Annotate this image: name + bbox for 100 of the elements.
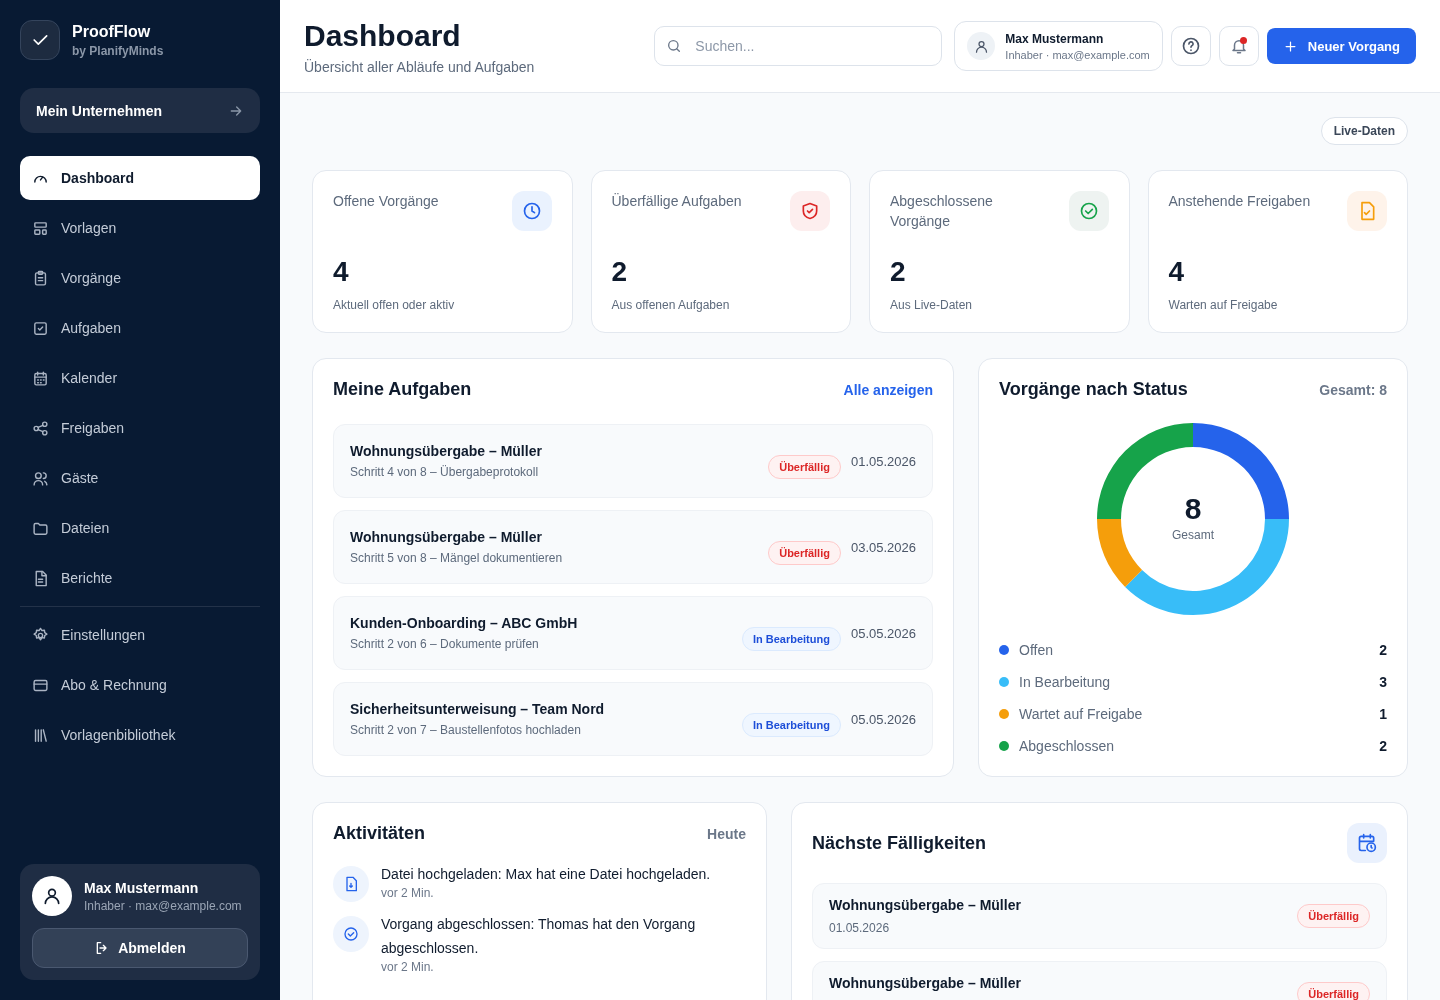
stat-note: Aus Live-Daten: [890, 298, 974, 312]
task-date: 01.05.2026: [850, 453, 916, 469]
legend-label: Abgeschlossen: [1019, 738, 1115, 754]
due-item[interactable]: Wohnungsübergabe – Müller 01.05.2026 Überfällig: [812, 883, 1387, 949]
section-title: Meine Aufgaben: [333, 379, 472, 400]
task-step: Schritt 5 von 8 – Mängel dokumentieren: [350, 551, 769, 565]
sidebar-item[interactable]: Abo & Rechnung: [20, 663, 260, 707]
stat-label: Überfällige Aufgaben: [611, 192, 742, 211]
activity-text: Datei hochgeladen: Max hat eine Datei hochgeladen.: [381, 865, 711, 884]
task-item[interactable]: Wohnungsübergabe – Müller Schritt 5 von 8 – Mängel dokumentieren Überfällig 03.05.2026: [333, 510, 933, 584]
sidebar-item[interactable]: Gäste: [20, 456, 260, 500]
users-icon: [32, 469, 49, 487]
task-title: Sicherheitsunterweisung – Team Nord: [350, 701, 606, 717]
show-all-link[interactable]: Alle anzeigen: [843, 381, 933, 398]
company-button[interactable]: Mein Unternehmen: [20, 88, 260, 133]
activity-time: vor 2 Min.: [381, 886, 435, 900]
section-title: Nächste Fälligkeiten: [812, 832, 987, 854]
status-badge: Überfällig: [768, 455, 841, 479]
activity-time: vor 2 Min.: [381, 960, 435, 974]
section-title: Vorgänge nach Status: [999, 379, 1188, 400]
task-date: 05.05.2026: [850, 711, 916, 727]
checkbox-icon: [32, 319, 49, 337]
legend-count: 3: [1379, 674, 1387, 690]
legend-label: Offen: [1019, 642, 1054, 658]
calendar-button[interactable]: [1347, 823, 1387, 863]
task-title: Wohnungsübergabe – Müller: [350, 529, 543, 545]
search-icon: [666, 38, 683, 54]
task-step: Schritt 4 von 8 – Übergabeprotokoll: [350, 465, 769, 479]
sidebar-item[interactable]: Vorgänge: [20, 256, 260, 300]
activity-text: Vorgang abgeschlossen: Thomas hat den Vorgang abgeschlossen.: [381, 915, 697, 958]
sidebar-item[interactable]: Einstellungen: [20, 613, 260, 657]
legend-label: Wartet auf Freigabe: [1019, 706, 1144, 722]
due-date: 01.05.2026: [829, 921, 891, 935]
sidebar-item[interactable]: Kalender: [20, 356, 260, 400]
notifications-button[interactable]: [1218, 26, 1259, 66]
task-step: Schritt 2 von 7 – Baustellenfotos hochladen: [350, 723, 742, 737]
bell-icon: [1229, 37, 1248, 55]
stat-label: Abgeschlossene Vorgänge: [890, 192, 994, 231]
user-role: Inhaber · max@example.com: [84, 898, 242, 913]
stat-label: Anstehende Freigaben: [1168, 192, 1311, 211]
sidebar-item[interactable]: Freigaben: [20, 406, 260, 450]
sidebar-item[interactable]: Vorlagenbibliothek: [20, 713, 260, 757]
legend-count: 2: [1379, 642, 1387, 658]
user-icon: [973, 38, 989, 54]
plus-icon: [1282, 38, 1298, 54]
books-icon: [32, 726, 49, 744]
user-name: Max Mustermann: [84, 879, 200, 896]
stat-value: 2: [611, 256, 629, 288]
status-badge: Überfällig: [1297, 904, 1370, 928]
stat-note: Warten auf Freigabe: [1168, 298, 1279, 312]
page-subtitle: Übersicht aller Abläufe und Aufgaben: [304, 59, 536, 75]
status-badge: In Bearbeitung: [741, 627, 841, 651]
search-field[interactable]: Suchen...: [654, 26, 943, 66]
legend-count: 1: [1379, 706, 1387, 722]
task-date: 03.05.2026: [850, 539, 916, 555]
task-step: Schritt 2 von 6 – Dokumente prüfen: [350, 637, 742, 651]
user-role: Inhaber · max@example.com: [1005, 48, 1150, 61]
stat-note: Aus offenen Aufgaben: [611, 298, 731, 312]
due-title: Wohnungsübergabe – Müller: [829, 975, 1022, 991]
stat-value: 2: [890, 256, 907, 288]
shield-icon: [800, 201, 820, 221]
section-title: Aktivitäten: [333, 823, 426, 844]
legend-count: 2: [1379, 738, 1387, 754]
period-label: Heute: [707, 825, 746, 842]
total-value: 8: [1184, 492, 1202, 526]
task-item[interactable]: Sicherheitsunterweisung – Team Nord Schritt 2 von 7 – Baustellenfotos hochladen In Bearbeitung 05.05.2026: [333, 682, 933, 756]
sidebar-item[interactable]: Aufgaben: [20, 306, 260, 350]
total-label: Gesamt: [1172, 528, 1214, 542]
user-name: Max Mustermann: [1005, 31, 1105, 46]
user-menu[interactable]: Max Mustermann Inhaber · max@example.com: [954, 21, 1163, 71]
sidebar-item[interactable]: Dashboard: [20, 156, 260, 200]
share-icon: [32, 419, 49, 437]
task-item[interactable]: Wohnungsübergabe – Müller Schritt 4 von 8 – Übergabeprotokoll Überfällig 01.05.2026: [333, 424, 933, 498]
check-circle-icon: [343, 926, 359, 942]
stat-value: 4: [1168, 256, 1186, 288]
new-process-button[interactable]: Neuer Vorgang: [1266, 28, 1416, 64]
task-item[interactable]: Kunden-Onboarding – ABC GmbH Schritt 2 von 6 – Dokumente prüfen In Bearbeitung 05.05.2026: [333, 596, 933, 670]
stat-label: Offene Vorgänge: [333, 192, 439, 211]
total-count: Gesamt: 8: [1319, 381, 1387, 398]
stat-value: 4: [333, 256, 350, 288]
sidebar-item[interactable]: Vorlagen: [20, 206, 260, 250]
sidebar-item[interactable]: Dateien: [20, 506, 260, 550]
file-icon: [343, 876, 359, 892]
live-data-badge: Live-Daten: [1320, 117, 1408, 145]
check-circle-icon: [1078, 201, 1099, 221]
stat-note: Aktuell offen oder aktiv: [333, 298, 456, 312]
status-badge: Überfällig: [1297, 982, 1370, 1000]
brand-tagline: by PlanifyMinds: [72, 43, 164, 58]
brand-name: ProofFlow: [72, 22, 152, 41]
task-title: Wohnungsübergabe – Müller: [350, 443, 543, 459]
logout-button[interactable]: Abmelden: [32, 928, 248, 968]
sidebar-item[interactable]: Berichte: [20, 556, 260, 600]
task-date: 05.05.2026: [850, 625, 916, 641]
task-title: Kunden-Onboarding – ABC GmbH: [350, 615, 579, 631]
user-icon: [42, 886, 62, 906]
due-title: Wohnungsübergabe – Müller: [829, 897, 1022, 913]
calendar-icon: [32, 369, 49, 387]
page-title: Dashboard: [304, 19, 462, 53]
due-item[interactable]: Wohnungsübergabe – Müller Überfällig: [812, 961, 1387, 1000]
help-button[interactable]: [1170, 26, 1211, 66]
